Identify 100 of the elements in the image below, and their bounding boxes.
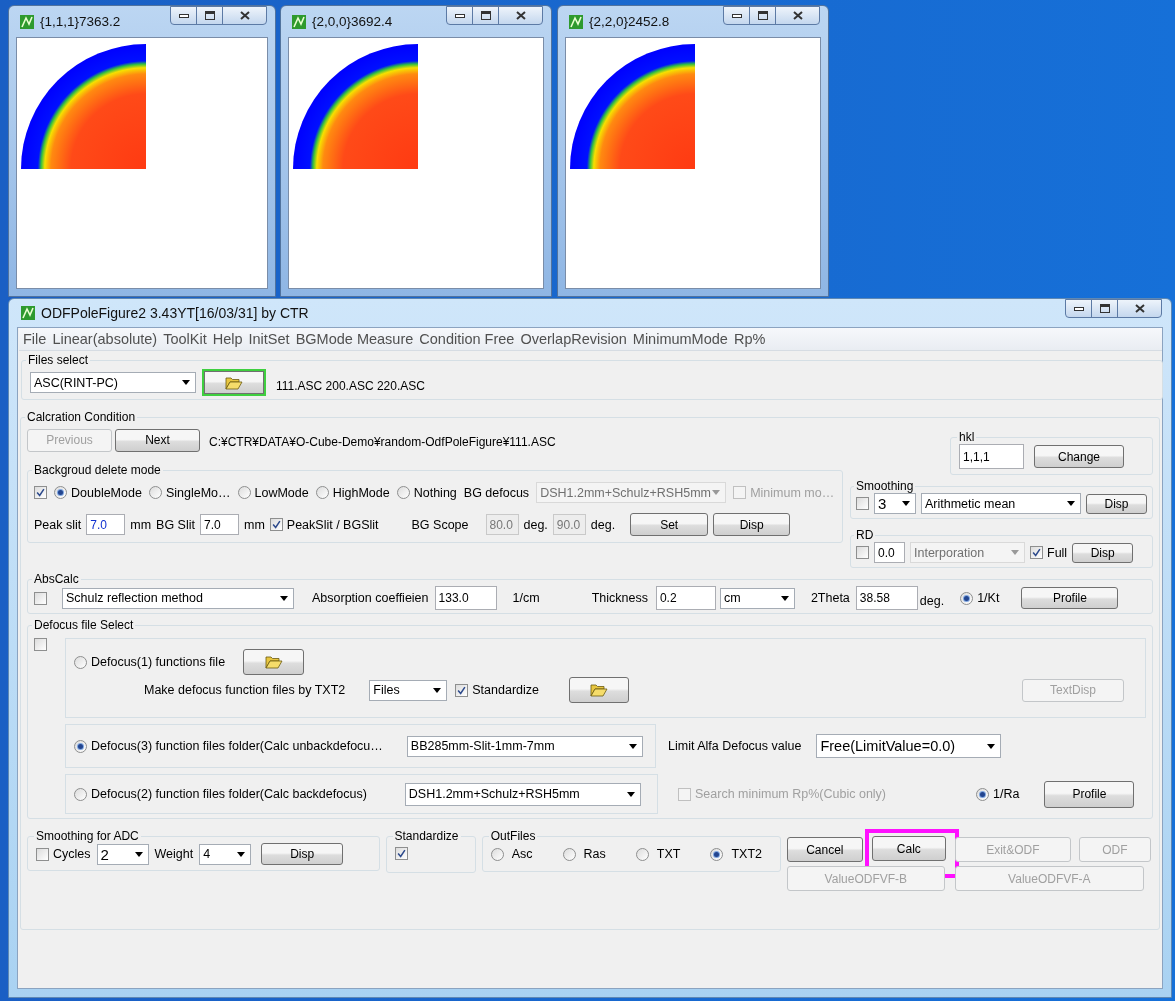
radio-button[interactable] (315, 486, 329, 499)
checkbox-label: Search minimum Rp%(Cubic only) (695, 787, 887, 801)
dropdown[interactable]: DSH1.2mm+Schulz+RSH5mm (404, 782, 641, 806)
disp-button[interactable]: Disp (261, 843, 344, 865)
menu-item[interactable]: File (21, 331, 51, 347)
profile-button[interactable]: Profile (1044, 780, 1135, 808)
maximize-button[interactable] (196, 6, 223, 25)
text-field[interactable]: 90.0 (552, 514, 586, 535)
group-label: Standardize (393, 829, 460, 843)
menu-item[interactable]: Help (210, 331, 247, 347)
checkbox[interactable] (856, 497, 869, 510)
minimize-button[interactable] (170, 6, 197, 25)
radio-button[interactable] (960, 591, 974, 605)
dropdown[interactable]: Files (369, 679, 448, 701)
text-field[interactable]: 38.58 (855, 586, 918, 610)
radio-button[interactable] (976, 787, 990, 801)
radio-label: 1/Kt (977, 591, 1000, 605)
menu-item[interactable]: Linear(absolute) (50, 331, 162, 347)
action-button[interactable]: Cancel (786, 837, 863, 862)
radio-button[interactable] (635, 847, 649, 861)
radio-button[interactable] (148, 486, 162, 499)
radio-button[interactable] (54, 486, 67, 499)
dropdown[interactable]: 3 (874, 493, 916, 514)
checkbox[interactable] (34, 591, 47, 605)
dropdown[interactable]: 4 (199, 843, 252, 865)
radio-button[interactable] (710, 847, 724, 861)
close-icon (1134, 304, 1145, 313)
close-button[interactable] (222, 6, 267, 25)
maximize-icon (1099, 304, 1110, 313)
checkbox[interactable] (36, 847, 49, 861)
change-button[interactable]: Change (1034, 445, 1124, 468)
close-button[interactable] (498, 6, 543, 25)
window-title: {2,2,0}2452.8 (589, 14, 671, 29)
field-label: deg. (919, 594, 945, 608)
menu-item[interactable]: OverlapRevision (518, 331, 631, 347)
radio-button[interactable] (74, 655, 87, 669)
nav-button[interactable]: Next (115, 428, 200, 452)
checkbox[interactable] (394, 847, 408, 860)
radio-label: TXT2 (731, 847, 762, 861)
dropdown[interactable]: BB285mm-Slit-1mm-7mm (406, 735, 643, 757)
checkbox-label: Full (1047, 545, 1068, 560)
checkbox[interactable] (34, 486, 47, 499)
text-field[interactable]: 1,1,1 (959, 444, 1024, 469)
menu-item[interactable]: MinimumMode (630, 331, 732, 347)
folder-icon (590, 683, 608, 697)
action-button[interactable]: Calc (871, 836, 946, 861)
disp-button[interactable]: Disp (713, 513, 791, 536)
disp-button[interactable]: Disp (1072, 542, 1134, 563)
field-label: Absorption coeffieien (312, 591, 429, 605)
text-field[interactable]: 0.0 (874, 542, 905, 563)
menu-item[interactable]: Condition Free (417, 331, 519, 347)
menu-item[interactable]: BGMode Measure (293, 331, 418, 347)
radio-button[interactable] (490, 847, 504, 861)
group-label: Calcration Condition (26, 410, 137, 424)
folder-button[interactable] (569, 677, 629, 703)
maximize-button[interactable] (1091, 299, 1118, 318)
text-field[interactable]: 80.0 (485, 514, 519, 535)
field-label: BG defocus (463, 485, 530, 500)
checkbox[interactable] (455, 683, 469, 697)
profile-button[interactable]: Profile (1021, 587, 1119, 609)
text-field[interactable]: 0.2 (655, 586, 716, 610)
menu-item[interactable]: Rp% (731, 331, 770, 347)
minimize-button[interactable] (1065, 299, 1092, 318)
dropdown[interactable]: 2 (96, 843, 149, 865)
folder-button[interactable] (243, 649, 305, 675)
checkbox[interactable] (856, 546, 869, 559)
minimize-button[interactable] (723, 6, 750, 25)
minimize-button[interactable] (446, 6, 473, 25)
checkbox[interactable] (34, 638, 47, 651)
maximize-button[interactable] (472, 6, 499, 25)
radio-button[interactable] (562, 847, 576, 861)
field-label: mm (130, 517, 152, 532)
close-button[interactable] (1117, 299, 1162, 318)
group-label: OutFiles (489, 829, 537, 843)
caret-icon (280, 595, 288, 601)
checkbox-label: Standardize (472, 683, 539, 697)
dropdown[interactable]: ASC(RINT-PC) (30, 372, 196, 393)
maximize-button[interactable] (749, 6, 776, 25)
disp-button[interactable]: Disp (1086, 493, 1147, 514)
dropdown[interactable]: Schulz reflection method (62, 587, 294, 609)
set-button[interactable]: Set (630, 513, 709, 536)
radio-button[interactable] (74, 739, 87, 753)
text-field[interactable]: 133.0 (434, 586, 497, 610)
dropdown[interactable]: Free(LimitValue=0.0) (816, 734, 1002, 758)
app-icon (20, 14, 34, 29)
radio-button[interactable] (74, 787, 87, 801)
menu-item[interactable]: InitSet (246, 331, 294, 347)
close-icon (239, 11, 250, 20)
radio-label: Defocus(1) functions file (91, 655, 226, 669)
window-title: {2,0,0}3692.4 (312, 14, 394, 29)
menu-item[interactable]: ToolKit (161, 331, 211, 347)
dropdown[interactable]: cm (719, 587, 795, 609)
radio-button[interactable] (237, 486, 251, 499)
radio-button[interactable] (396, 486, 410, 499)
checkbox[interactable] (269, 518, 283, 531)
dropdown[interactable]: Arithmetic mean (921, 493, 1081, 514)
checkbox[interactable] (1030, 546, 1043, 559)
text-field[interactable]: 7.0 (200, 514, 239, 535)
close-button[interactable] (775, 6, 820, 25)
text-field[interactable]: 7.0 (86, 514, 126, 535)
